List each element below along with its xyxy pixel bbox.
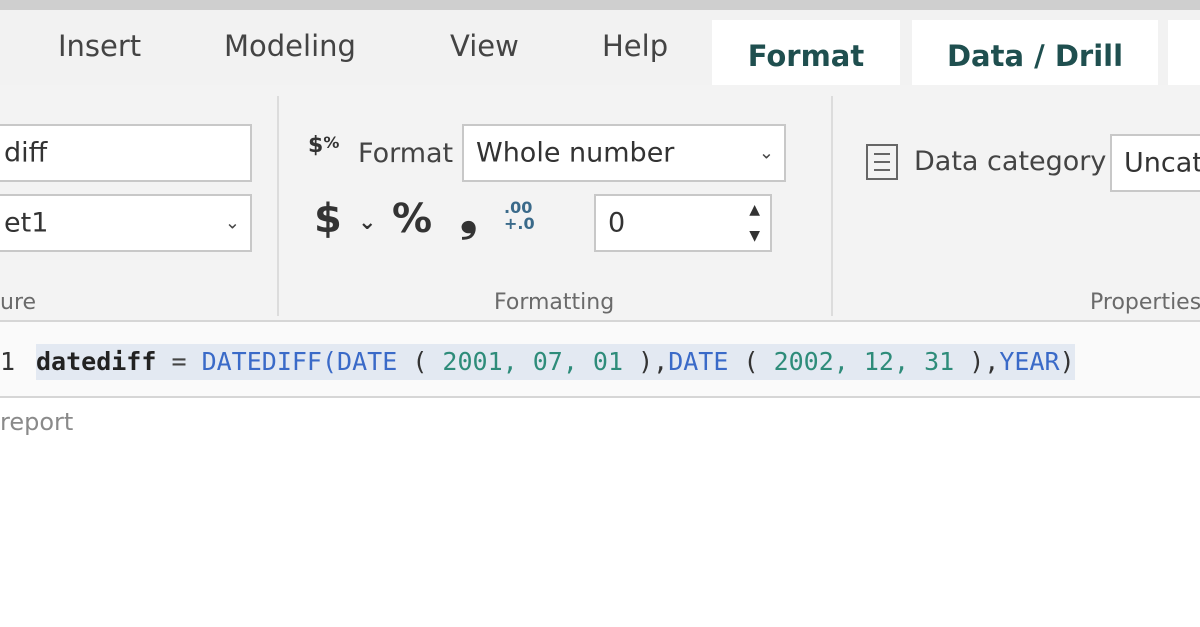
equals-token: =: [156, 347, 202, 376]
decimal-places-value: 0: [608, 207, 626, 239]
formula-expression[interactable]: datediff = DATEDIFF(DATE ( 2001, 07, 01 …: [36, 344, 1075, 380]
function-token: DATE: [337, 347, 398, 376]
measure-name-input[interactable]: diff: [0, 124, 252, 182]
group-divider: [831, 96, 833, 316]
group-divider: [277, 96, 279, 316]
tab-insert[interactable]: Insert: [58, 28, 141, 72]
number-token: 2001, 07, 01: [442, 347, 624, 376]
formula-bar[interactable]: 1 datediff = DATEDIFF(DATE ( 2001, 07, 0…: [0, 320, 1200, 398]
tab-help[interactable]: Help: [602, 28, 668, 72]
structure-group-label: ure: [0, 290, 37, 315]
function-token: DATEDIFF(: [201, 347, 338, 376]
currency-dropdown-icon[interactable]: ⌄: [358, 210, 376, 235]
canvas-label: report: [0, 408, 74, 436]
formatting-group-label: Formatting: [494, 290, 615, 315]
paren-token: (: [397, 347, 443, 376]
tab-data-drill[interactable]: Data / Drill: [912, 20, 1158, 92]
tab-overflow[interactable]: [1168, 20, 1200, 92]
measure-name-value: diff: [4, 137, 48, 169]
format-select[interactable]: Whole number ⌄: [462, 124, 786, 182]
function-token: YEAR: [999, 347, 1060, 376]
home-table-value: et1: [4, 207, 49, 239]
home-table-select[interactable]: et1 ⌄: [0, 194, 252, 252]
format-label: Format: [358, 138, 454, 169]
data-category-icon: [866, 144, 898, 180]
data-category-label: Data category: [914, 146, 1107, 177]
chevron-down-icon: ⌄: [758, 142, 774, 164]
line-number: 1: [0, 347, 16, 376]
measure-name-token: datediff: [36, 347, 157, 376]
tab-format[interactable]: Format: [712, 20, 900, 92]
number-token: 2002, 12, 31: [773, 347, 955, 376]
decimal-places-stepper[interactable]: 0 ▲ ▼: [594, 194, 772, 252]
data-category-value: Uncat: [1124, 147, 1200, 179]
chevron-down-icon: ⌄: [224, 212, 240, 234]
decimal-places-icon[interactable]: .00 +.0: [504, 200, 535, 232]
paren-token: ): [1059, 347, 1075, 376]
format-icon: $%: [308, 133, 340, 158]
tab-view[interactable]: View: [450, 28, 519, 72]
percent-button[interactable]: %: [392, 196, 432, 242]
paren-token: (: [728, 347, 774, 376]
tab-modeling[interactable]: Modeling: [224, 28, 356, 72]
window-top-strip: [0, 0, 1200, 10]
stepper-up-icon[interactable]: ▲: [749, 202, 760, 218]
function-token: DATE: [668, 347, 729, 376]
comma-style-button[interactable]: ❟: [460, 190, 477, 241]
format-value: Whole number: [476, 137, 675, 169]
stepper-down-icon[interactable]: ▼: [749, 228, 760, 244]
paren-token: ),: [954, 347, 1000, 376]
ribbon-tab-bar: Insert Modeling View Help Format Data / …: [0, 10, 1200, 92]
paren-token: ),: [623, 347, 669, 376]
data-category-select[interactable]: Uncat: [1110, 134, 1200, 192]
properties-group-label: Properties: [1090, 290, 1200, 315]
currency-button[interactable]: $: [314, 196, 342, 242]
